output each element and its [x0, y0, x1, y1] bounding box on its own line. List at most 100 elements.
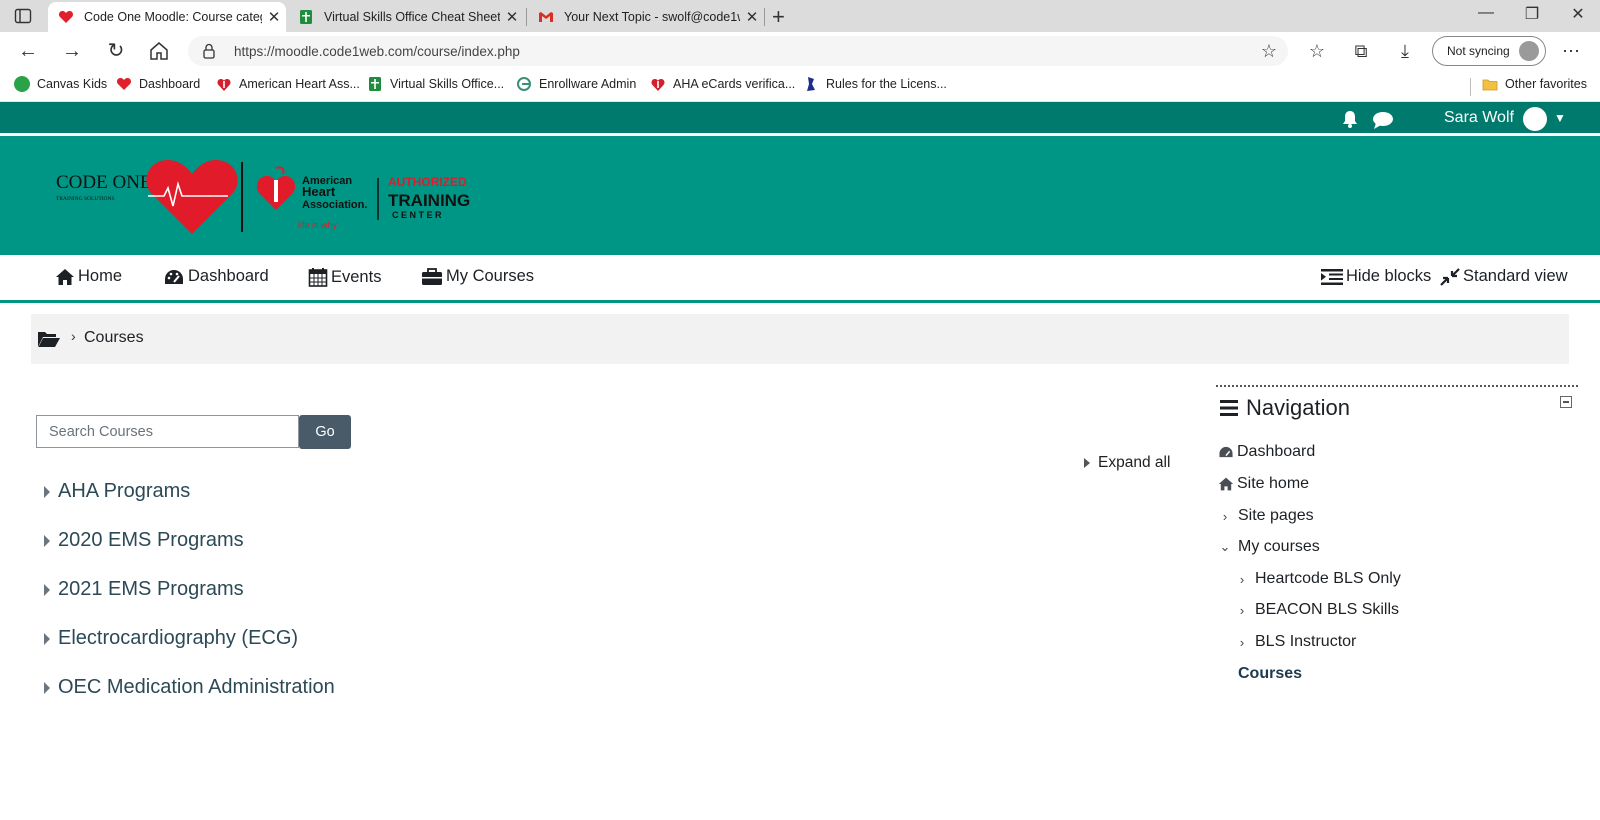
favorite-canvas-kids[interactable]: Canvas Kids	[14, 76, 107, 92]
close-tab-icon[interactable]: ✕	[740, 8, 764, 26]
browser-tab-gmail[interactable]: Your Next Topic - swolf@code1w ✕	[528, 2, 764, 32]
close-tab-icon[interactable]: ✕	[500, 8, 524, 26]
favorite-american-heart[interactable]: American Heart Ass...	[216, 76, 360, 92]
user-avatar[interactable]	[1523, 107, 1547, 131]
close-tab-icon[interactable]: ✕	[262, 8, 286, 26]
category-expand-caret-icon[interactable]	[44, 485, 50, 498]
favorite-enrollware[interactable]: Enrollware Admin	[516, 76, 636, 92]
category-label[interactable]: 2021 EMS Programs	[58, 578, 244, 601]
favorite-other-favorites[interactable]: Other favorites	[1482, 76, 1587, 92]
nav-block-dashboard[interactable]: Dashboard	[1218, 443, 1315, 461]
heart-icon	[116, 78, 132, 90]
category-expand-caret-icon[interactable]	[44, 632, 50, 645]
menu-bars-icon	[1220, 400, 1238, 416]
aha-line2-text: Heart	[302, 184, 336, 199]
favorite-label: Other favorites	[1505, 77, 1587, 91]
downloads-icon[interactable]: ⤓	[1394, 40, 1416, 62]
nav-block-course-heartcode[interactable]: › Heartcode BLS Only	[1235, 570, 1401, 588]
favorite-aha-ecards[interactable]: AHA eCards verifica...	[650, 76, 795, 92]
nav-events[interactable]: Events	[308, 267, 381, 287]
standard-view-button[interactable]: Standard view	[1440, 267, 1568, 286]
category-label[interactable]: 2020 EMS Programs	[58, 529, 244, 552]
reload-icon[interactable]: ↻	[104, 39, 128, 63]
nav-dashboard[interactable]: Dashboard	[163, 267, 269, 286]
nav-block-course-label: BLS Instructor	[1255, 633, 1357, 650]
dashboard-gauge-icon	[1219, 446, 1233, 458]
folder-open-icon[interactable]	[37, 330, 61, 348]
home-icon	[1218, 477, 1234, 491]
category-label[interactable]: AHA Programs	[58, 480, 190, 503]
category-2021-ems[interactable]: 2021 EMS Programs	[44, 578, 244, 601]
window-close-icon[interactable]: ✕	[1556, 4, 1600, 24]
browser-tab-sheets[interactable]: Virtual Skills Office Cheat Sheet - ✕	[288, 2, 524, 32]
url-bar[interactable]: https://moodle.code1web.com/course/index…	[188, 36, 1288, 66]
category-label[interactable]: OEC Medication Administration	[58, 676, 335, 699]
nav-my-courses[interactable]: My Courses	[421, 267, 534, 286]
restore-icon[interactable]: ❐	[1510, 4, 1554, 24]
tab-actions-icon[interactable]	[14, 7, 32, 25]
license-icon	[807, 77, 815, 91]
user-name[interactable]: Sara Wolf	[1444, 109, 1514, 127]
favorite-dashboard[interactable]: Dashboard	[116, 76, 200, 92]
favorite-rules-license[interactable]: Rules for the Licens...	[803, 76, 947, 92]
category-aha-programs[interactable]: AHA Programs	[44, 480, 190, 503]
logo-brand-text: CODE ONE	[56, 172, 152, 193]
favorite-virtual-skills[interactable]: Virtual Skills Office...	[367, 76, 504, 92]
chevron-right-icon[interactable]: ›	[1235, 603, 1249, 618]
tab-title: Your Next Topic - swolf@code1w	[564, 10, 740, 24]
hide-blocks-label: Hide blocks	[1346, 267, 1432, 285]
category-label[interactable]: Electrocardiography (ECG)	[58, 627, 298, 650]
browser-tab-moodle[interactable]: Code One Moodle: Course categ ✕	[48, 2, 286, 32]
hide-blocks-button[interactable]: Hide blocks	[1321, 267, 1431, 286]
expand-all-label: Expand all	[1098, 454, 1171, 471]
home-icon	[56, 268, 74, 285]
nav-block-site-home[interactable]: Site home	[1218, 475, 1309, 493]
category-ecg[interactable]: Electrocardiography (ECG)	[44, 627, 298, 650]
collections-icon[interactable]: ⧉	[1350, 40, 1372, 62]
compress-arrows-icon	[1440, 267, 1460, 286]
category-oec-medication[interactable]: OEC Medication Administration	[44, 676, 335, 699]
back-icon[interactable]: ←	[16, 39, 40, 63]
site-logo[interactable]: CODE ONE TRAINING SOLUTIONS American Hea…	[52, 156, 492, 236]
category-expand-caret-icon[interactable]	[44, 681, 50, 694]
notifications-bell-icon[interactable]	[1340, 109, 1360, 129]
lock-icon[interactable]	[202, 43, 216, 59]
favorites-icon[interactable]: ☆	[1306, 40, 1328, 62]
favorite-label: AHA eCards verifica...	[673, 77, 796, 91]
authorized-text: AUTHORIZED	[388, 175, 467, 189]
tab-separator	[764, 8, 765, 26]
nav-block-courses[interactable]: Courses	[1238, 665, 1302, 683]
briefcase-icon	[422, 267, 442, 285]
chevron-right-icon[interactable]: ›	[1218, 509, 1232, 524]
messages-chat-icon[interactable]	[1372, 110, 1394, 130]
nav-home[interactable]: Home	[55, 267, 122, 286]
url-text: https://moodle.code1web.com/course/index…	[234, 43, 520, 59]
search-courses-input[interactable]	[36, 415, 299, 448]
chevron-down-icon[interactable]: ⌄	[1218, 539, 1232, 555]
home-browser-icon[interactable]	[148, 40, 170, 62]
category-expand-caret-icon[interactable]	[44, 534, 50, 547]
forward-icon[interactable]: →	[60, 39, 84, 63]
more-menu-icon[interactable]: ⋯	[1560, 40, 1582, 62]
chevron-right-icon[interactable]: ›	[1235, 572, 1249, 587]
category-expand-caret-icon[interactable]	[44, 583, 50, 596]
collapse-block-icon[interactable]	[1560, 396, 1572, 408]
address-toolbar: ← → ↻ https://moodle.code1web.com/course…	[0, 32, 1600, 70]
nav-block-courses-label: Courses	[1238, 665, 1303, 682]
add-favorite-icon[interactable]: ☆	[1258, 40, 1280, 62]
category-2020-ems[interactable]: 2020 EMS Programs	[44, 529, 244, 552]
expand-all-link[interactable]: Expand all	[1084, 454, 1170, 472]
sheets-favicon-icon	[300, 10, 312, 24]
nav-block-my-courses[interactable]: ⌄ My courses	[1218, 538, 1320, 556]
profile-sync-button[interactable]: Not syncing	[1432, 36, 1546, 66]
chevron-right-icon[interactable]: ›	[1235, 635, 1249, 650]
new-tab-icon[interactable]: +	[772, 4, 785, 30]
nav-block-site-pages[interactable]: › Site pages	[1218, 507, 1314, 525]
search-go-button[interactable]: Go	[299, 415, 351, 449]
user-menu-caret-icon[interactable]: ▼	[1554, 111, 1566, 125]
nav-block-course-beacon[interactable]: › BEACON BLS Skills	[1235, 601, 1399, 619]
nav-home-label: Home	[78, 267, 123, 285]
minimize-icon[interactable]: —	[1464, 4, 1508, 22]
site-header: CODE ONE TRAINING SOLUTIONS American Hea…	[0, 136, 1600, 255]
nav-block-course-bls-instructor[interactable]: › BLS Instructor	[1235, 633, 1357, 651]
